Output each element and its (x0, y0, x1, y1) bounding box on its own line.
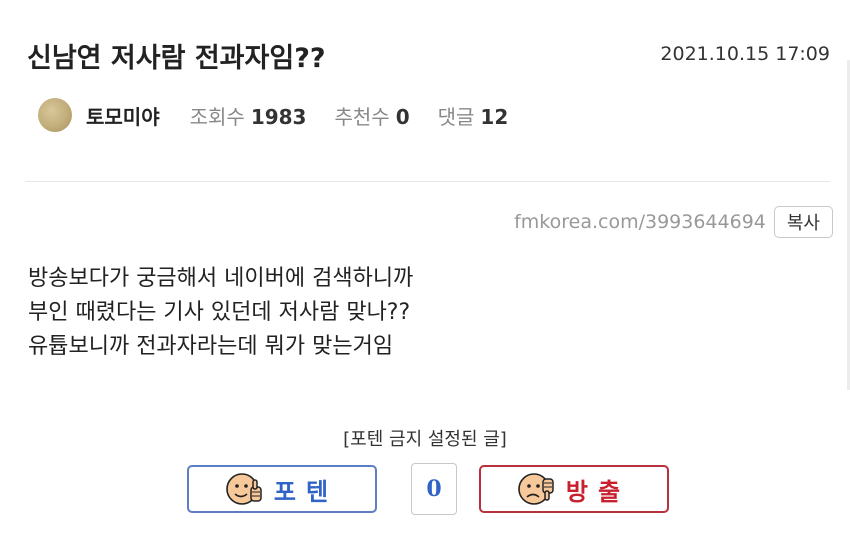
post-date: 2021.10.15 17:09 (660, 43, 830, 65)
avatar[interactable] (38, 98, 72, 132)
views-label: 조회수 (189, 104, 245, 129)
post-url[interactable]: fmkorea.com/3993644694 (514, 211, 766, 233)
header-divider (25, 181, 830, 182)
body-line: 유튭보니까 전과자라는데 뭐가 맞는거임 (28, 334, 394, 359)
post-title: 신남연 저사람 전과자임?? (27, 43, 326, 74)
copy-url-button[interactable]: 복사 (773, 206, 833, 238)
body-line: 방송보다가 궁금해서 네이버에 검색하니까 (28, 266, 414, 291)
thumbs-up-face-icon (226, 473, 262, 505)
comments-count: 12 (480, 104, 509, 129)
upvote-label: 포텐 (273, 477, 339, 506)
downvote-label: 방출 (565, 477, 631, 506)
author-name[interactable]: 토모미야 (86, 101, 160, 130)
vote-count: 0 (411, 463, 457, 515)
vote-row: 포텐 0 방출 (187, 463, 669, 515)
post-url-row: fmkorea.com/3993644694 복사 (514, 205, 833, 239)
post-meta: 토모미야 조회수 1983 추천수 0 댓글 12 (38, 98, 536, 132)
recommend-stat: 추천수 0 (334, 101, 409, 130)
recommend-count: 0 (395, 104, 410, 129)
vote-notice: [포텐 금지 설정된 글] (343, 429, 507, 450)
downvote-button[interactable]: 방출 (479, 465, 669, 513)
views-stat: 조회수 1983 (190, 101, 307, 130)
body-line: 부인 때렸다는 기사 있던데 저사람 맞나?? (28, 300, 411, 325)
upvote-button[interactable]: 포텐 (187, 465, 377, 513)
comments-stat[interactable]: 댓글 12 (438, 101, 509, 130)
post-body: 방송보다가 궁금해서 네이버에 검색하니까 부인 때렸다는 기사 있던데 저사람… (28, 262, 413, 364)
thumbs-down-face-icon (518, 473, 554, 505)
comments-label: 댓글 (437, 104, 475, 129)
recommend-label: 추천수 (334, 104, 390, 129)
views-count: 1983 (250, 104, 307, 129)
